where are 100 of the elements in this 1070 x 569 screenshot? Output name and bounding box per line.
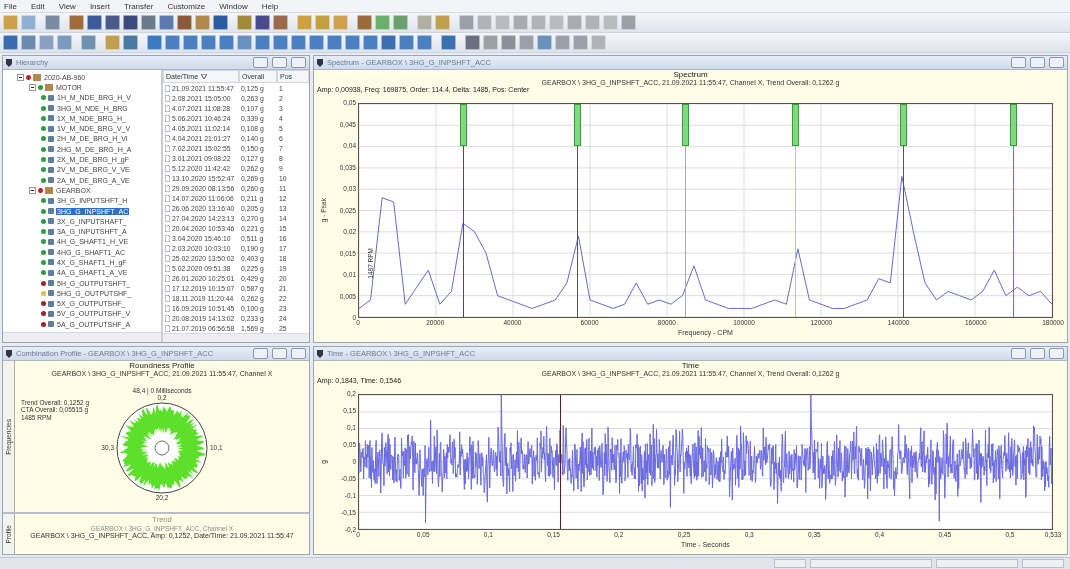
menu-item[interactable]: Window (219, 1, 248, 11)
toolbar-icon[interactable] (159, 15, 174, 30)
menu-item[interactable]: View (58, 1, 76, 11)
toolbar-icon[interactable] (81, 35, 96, 50)
collapse-icon[interactable] (29, 186, 36, 194)
toolbar-icon[interactable] (357, 15, 372, 30)
scrollbar[interactable] (163, 333, 309, 342)
toolbar-icon[interactable] (459, 15, 474, 30)
toolbar-icon[interactable] (21, 15, 36, 30)
toolbar-icon[interactable] (255, 15, 270, 30)
toolbar-icon[interactable] (123, 15, 138, 30)
toolbar-icon[interactable] (573, 35, 588, 50)
folder-icon (45, 186, 53, 194)
toolbar-icon[interactable] (123, 35, 138, 50)
toolbar-icon[interactable] (69, 15, 84, 30)
collapse-icon[interactable] (29, 83, 36, 91)
chart-title: Time (681, 361, 700, 370)
toolbar-icon[interactable] (477, 15, 492, 30)
toolbar-icon[interactable] (501, 35, 516, 50)
toolbar-icon[interactable] (399, 35, 414, 50)
toolbar-icon[interactable] (237, 35, 252, 50)
menu-item[interactable]: Transfer (123, 1, 154, 11)
close-button[interactable] (291, 57, 306, 68)
toolbar-icon[interactable] (375, 15, 390, 30)
cursor-line[interactable] (559, 395, 561, 529)
toolbar-icon[interactable] (105, 35, 120, 50)
harmonic-marker[interactable] (791, 104, 799, 317)
toolbar-icon[interactable] (483, 35, 498, 50)
toolbar-icon[interactable] (21, 35, 36, 50)
maximize-button[interactable] (272, 348, 287, 359)
menu-item[interactable]: Help (261, 1, 279, 11)
menu-item[interactable]: Edit (30, 1, 45, 11)
maximize-button[interactable] (272, 57, 287, 68)
toolbar-icon[interactable] (183, 35, 198, 50)
toolbar-icon[interactable] (3, 35, 18, 50)
toolbar-icon[interactable] (273, 15, 288, 30)
window-icon (6, 349, 12, 358)
toolbar-icon[interactable] (315, 15, 330, 30)
harmonic-marker[interactable] (574, 104, 582, 317)
toolbar-icon[interactable] (165, 35, 180, 50)
toolbar-icon[interactable] (363, 35, 378, 50)
toolbar-icon[interactable] (345, 35, 360, 50)
chart-title: Roundness Profile (129, 361, 195, 370)
close-button[interactable] (1049, 348, 1064, 359)
toolbar-icon[interactable] (297, 15, 312, 30)
maximize-button[interactable] (1030, 57, 1045, 68)
toolbar-icon[interactable] (87, 15, 102, 30)
toolbar-icon[interactable] (57, 35, 72, 50)
toolbar-icon[interactable] (555, 35, 570, 50)
toolbar-icon[interactable] (621, 15, 636, 30)
toolbar-icon[interactable] (39, 35, 54, 50)
toolbar-icon[interactable] (309, 35, 324, 50)
minimize-button[interactable] (253, 348, 268, 359)
toolbar-icon[interactable] (291, 35, 306, 50)
harmonic-marker[interactable] (1010, 104, 1018, 317)
toolbar-icon[interactable] (237, 15, 252, 30)
collapse-icon[interactable] (17, 73, 24, 81)
toolbar-icon[interactable] (147, 35, 162, 50)
toolbar-icon[interactable] (567, 15, 582, 30)
toolbar-icon[interactable] (393, 15, 408, 30)
toolbar-icon[interactable] (213, 15, 228, 30)
minimize-button[interactable] (1011, 348, 1026, 359)
toolbar-icon[interactable] (537, 35, 552, 50)
toolbar-icon[interactable] (3, 15, 18, 30)
toolbar-icon[interactable] (417, 15, 432, 30)
toolbar-icon[interactable] (219, 35, 234, 50)
minimize-button[interactable] (1011, 57, 1026, 68)
toolbar-icon[interactable] (105, 15, 120, 30)
toolbar-icon[interactable] (45, 15, 60, 30)
toolbar-icon[interactable] (327, 35, 342, 50)
menu-item[interactable]: File (4, 1, 17, 11)
harmonic-marker[interactable] (900, 104, 907, 317)
toolbar-icon[interactable] (417, 35, 432, 50)
toolbar-icon[interactable] (519, 35, 534, 50)
maximize-button[interactable] (1030, 348, 1045, 359)
close-button[interactable] (1049, 57, 1064, 68)
toolbar-icon[interactable] (381, 35, 396, 50)
menu-item[interactable]: Customize (167, 1, 206, 11)
toolbar-icon[interactable] (435, 15, 450, 30)
close-button[interactable] (291, 348, 306, 359)
toolbar-icon[interactable] (201, 35, 216, 50)
minimize-button[interactable] (253, 57, 268, 68)
toolbar-icon[interactable] (333, 15, 348, 30)
toolbar-icon[interactable] (513, 15, 528, 30)
toolbar-icon[interactable] (177, 15, 192, 30)
toolbar-icon[interactable] (531, 15, 546, 30)
scrollbar[interactable] (3, 332, 161, 342)
harmonic-marker[interactable] (459, 104, 467, 317)
window-icon (317, 349, 323, 358)
harmonic-marker[interactable] (682, 104, 690, 317)
toolbar-icon[interactable] (441, 35, 456, 50)
menu-item[interactable]: Insert (89, 1, 110, 11)
toolbar-icon[interactable] (591, 35, 606, 50)
toolbar-icon[interactable] (465, 35, 480, 50)
toolbar-icon[interactable] (273, 35, 288, 50)
chart-title: Spectrum (673, 70, 708, 79)
toolbar-icon[interactable] (585, 15, 600, 30)
toolbar-icon[interactable] (141, 15, 156, 30)
toolbar-icon[interactable] (195, 15, 210, 30)
toolbar-icon[interactable] (255, 35, 270, 50)
